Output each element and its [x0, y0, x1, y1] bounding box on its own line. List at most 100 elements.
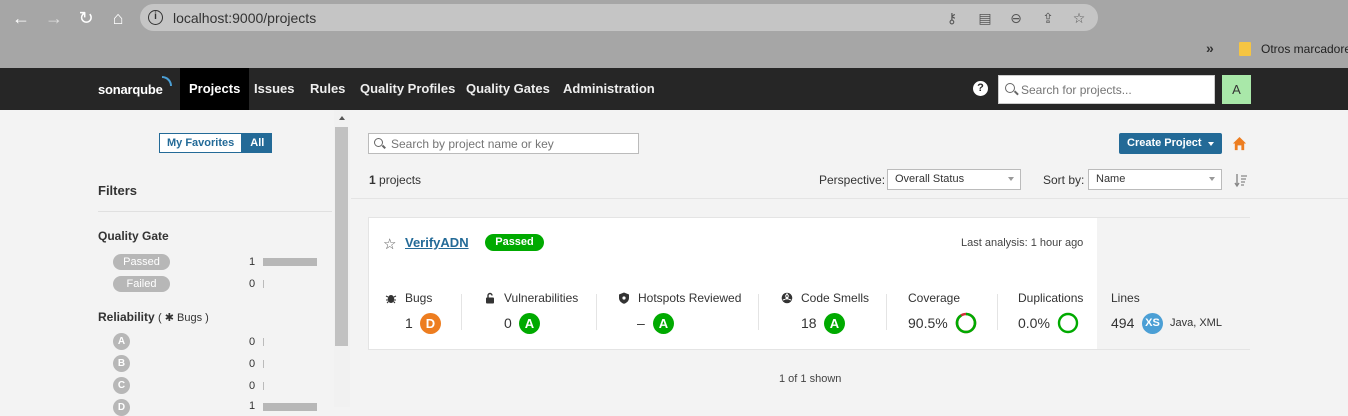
- perspective-label: Perspective:: [819, 173, 886, 187]
- quality-gate-failed-option[interactable]: Failed: [113, 276, 170, 292]
- sort-label: Sort by:: [1043, 173, 1085, 187]
- hotspots-value[interactable]: –: [637, 315, 645, 331]
- size-badge: XS: [1142, 313, 1163, 334]
- my-favorites-button[interactable]: My Favorites: [159, 133, 243, 153]
- bookmark-star-icon[interactable]: ☆: [1070, 9, 1088, 27]
- share-icon[interactable]: ⇪: [1039, 9, 1057, 27]
- divider: [351, 198, 1348, 199]
- code-smells-label: Code Smells: [801, 291, 870, 305]
- reliability-b-count: 0: [249, 358, 256, 370]
- reload-icon[interactable]: ↻: [74, 6, 98, 30]
- lines-label: Lines: [1111, 291, 1140, 305]
- sort-order-icon[interactable]: [1233, 172, 1249, 188]
- code-smell-icon: [781, 292, 793, 304]
- shield-icon: [619, 292, 629, 304]
- address-bar[interactable]: i localhost:9000/projects ⚷ ▤ ⊖ ⇪ ☆: [140, 4, 1098, 31]
- bug-icon: ✱: [164, 312, 174, 324]
- avatar[interactable]: A: [1222, 75, 1251, 104]
- project-search-input[interactable]: [391, 136, 631, 151]
- bugs-rating[interactable]: D: [420, 313, 441, 334]
- reliability-option-d[interactable]: D: [113, 399, 130, 416]
- duplications-value[interactable]: 0.0%: [1018, 315, 1050, 331]
- nav-rules[interactable]: Rules: [301, 68, 354, 110]
- nav-quality-gates[interactable]: Quality Gates: [457, 68, 559, 110]
- lines-value[interactable]: 494: [1111, 315, 1134, 331]
- languages: Java, XML: [1170, 317, 1222, 329]
- coverage-value[interactable]: 90.5%: [908, 315, 948, 331]
- sort-select[interactable]: Name: [1088, 169, 1222, 190]
- divider: [997, 294, 998, 330]
- favorite-star-icon[interactable]: ☆: [383, 235, 396, 253]
- help-icon[interactable]: ?: [973, 81, 988, 96]
- translate-icon[interactable]: ▤: [976, 9, 994, 27]
- quality-gate-facet-title[interactable]: Quality Gate: [98, 229, 169, 243]
- create-project-label: Create Project: [1127, 137, 1202, 149]
- bookmark-folder-other[interactable]: Otros marcadores: [1261, 42, 1348, 56]
- reliability-d-count: 1: [249, 400, 256, 412]
- chevron-down-icon: [1008, 177, 1014, 181]
- project-search[interactable]: [368, 133, 639, 154]
- vulnerabilities-label: Vulnerabilities: [504, 291, 579, 305]
- nav-projects[interactable]: Projects: [180, 68, 250, 110]
- scroll-up-arrow-icon[interactable]: [339, 116, 345, 120]
- global-search[interactable]: [998, 75, 1215, 104]
- quality-gate-passed-option[interactable]: Passed: [113, 254, 170, 270]
- quality-gate-passed-count: 1: [249, 256, 256, 268]
- chevron-down-icon: [1209, 177, 1215, 181]
- duplications-label: Duplications: [1018, 291, 1084, 305]
- reliability-a-bar: [263, 338, 264, 346]
- reliability-option-b[interactable]: B: [113, 355, 130, 372]
- search-icon: [374, 138, 383, 147]
- sidebar-scroll-thumb[interactable]: [335, 127, 348, 346]
- home-icon[interactable]: [1232, 136, 1247, 151]
- project-count-label: projects: [379, 173, 422, 187]
- bookmarks-more-icon[interactable]: »: [1206, 40, 1214, 56]
- reliability-c-bar: [263, 382, 264, 390]
- bugs-value[interactable]: 1: [405, 315, 413, 331]
- divider: [886, 294, 887, 330]
- coverage-label: Coverage: [908, 291, 961, 305]
- sort-value: Name: [1096, 173, 1126, 185]
- all-button[interactable]: All: [242, 133, 273, 153]
- code-smells-value[interactable]: 18: [801, 315, 817, 331]
- reliability-a-count: 0: [249, 336, 256, 348]
- nav-quality-profiles[interactable]: Quality Profiles: [351, 68, 464, 110]
- perspective-select[interactable]: Overall Status: [887, 169, 1021, 190]
- zoom-icon[interactable]: ⊖: [1007, 9, 1025, 27]
- reliability-subtitle: Bugs: [177, 312, 203, 324]
- pagination-summary: 1 of 1 shown: [779, 373, 842, 385]
- duplications-ring[interactable]: [1057, 312, 1079, 334]
- favorites-toggle: My Favorites All: [159, 133, 273, 153]
- home-browser-icon[interactable]: ⌂: [106, 6, 130, 30]
- search-icon: [1005, 83, 1015, 93]
- project-name-link[interactable]: VerifyADN: [405, 235, 469, 250]
- reliability-option-a[interactable]: A: [113, 333, 130, 350]
- vulnerabilities-rating[interactable]: A: [519, 313, 540, 334]
- hotspots-rating[interactable]: A: [653, 313, 674, 334]
- forward-arrow-icon[interactable]: →: [42, 6, 66, 30]
- bug-icon: [385, 295, 397, 304]
- perspective-value: Overall Status: [895, 173, 965, 185]
- reliability-option-c[interactable]: C: [113, 377, 130, 394]
- divider: [596, 294, 597, 330]
- browser-chrome: ← → ↻ ⌂ i localhost:9000/projects ⚷ ▤ ⊖ …: [0, 0, 1348, 68]
- vulnerabilities-value[interactable]: 0: [504, 315, 512, 331]
- chevron-down-icon: [1208, 142, 1214, 146]
- filters-title: Filters: [98, 183, 138, 198]
- reliability-facet-title[interactable]: Reliability ( ✱ Bugs ): [98, 310, 209, 324]
- site-info-icon[interactable]: i: [148, 10, 163, 25]
- quality-gate-passed-bar: [263, 258, 317, 266]
- sonarqube-logo[interactable]: sonarqube: [98, 76, 172, 97]
- coverage-ring[interactable]: [955, 312, 977, 334]
- nav-administration[interactable]: Administration: [554, 68, 664, 110]
- project-count: 1 projects: [369, 173, 421, 187]
- filters-sidebar: My Favorites All Filters Quality Gate Pa…: [0, 110, 350, 416]
- bugs-label: Bugs: [405, 291, 433, 305]
- global-search-input[interactable]: [1021, 81, 1209, 99]
- lock-icon: [486, 292, 494, 304]
- create-project-button[interactable]: Create Project: [1119, 133, 1222, 154]
- nav-issues[interactable]: Issues: [245, 68, 303, 110]
- code-smells-rating[interactable]: A: [824, 313, 845, 334]
- key-icon[interactable]: ⚷: [943, 9, 961, 27]
- back-arrow-icon[interactable]: ←: [9, 6, 33, 30]
